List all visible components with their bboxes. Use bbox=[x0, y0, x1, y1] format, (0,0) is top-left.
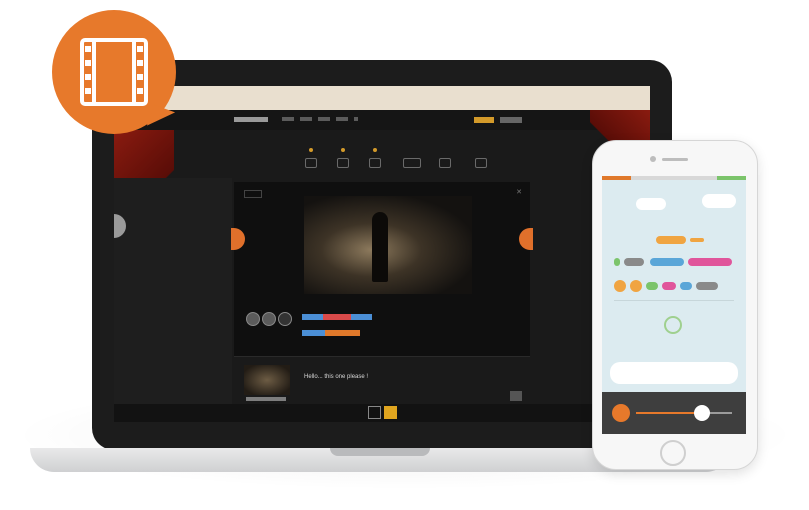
nav-account-link bbox=[500, 117, 522, 123]
view-toggle-active-icon bbox=[384, 406, 397, 419]
promo-illustration: ✕ Hello... this one please ! bbox=[0, 0, 809, 510]
word-chip bbox=[624, 258, 644, 266]
avatar bbox=[278, 312, 292, 326]
previous-arrow-icon bbox=[231, 228, 245, 250]
video-figure bbox=[372, 212, 388, 282]
bottom-bar bbox=[114, 404, 650, 422]
tool-icon bbox=[438, 148, 452, 174]
word-chip bbox=[630, 280, 642, 292]
word-chip bbox=[696, 282, 718, 290]
subtitle-text: Hello... this one please ! bbox=[304, 374, 369, 380]
phone-camera bbox=[650, 156, 656, 162]
laptop-screen: ✕ Hello... this one please ! bbox=[114, 86, 650, 422]
tool-icon bbox=[336, 148, 350, 174]
word-chip bbox=[656, 236, 686, 244]
subtitle-row: Hello... this one please ! bbox=[234, 356, 530, 404]
laptop-notch bbox=[330, 448, 430, 456]
tool-icon bbox=[402, 148, 421, 174]
nav-logo bbox=[234, 117, 268, 122]
subtitle-timecode bbox=[246, 397, 286, 401]
subtitle-thumbnail bbox=[244, 365, 290, 395]
tool-icon bbox=[474, 148, 488, 174]
play-icon bbox=[612, 404, 630, 422]
tool-icon bbox=[368, 148, 382, 174]
video-frame bbox=[304, 196, 472, 294]
caption-line bbox=[302, 330, 360, 336]
cloud-graphic bbox=[702, 194, 736, 208]
tool-icon bbox=[304, 148, 318, 174]
editor-tag bbox=[244, 190, 262, 198]
cloud-graphic bbox=[610, 362, 738, 384]
word-chip bbox=[662, 282, 676, 290]
avatar-group bbox=[246, 312, 306, 328]
browser-bar bbox=[114, 86, 650, 110]
phone-screen bbox=[602, 176, 746, 434]
word-chip bbox=[650, 258, 684, 266]
progress-fill bbox=[636, 412, 703, 414]
phone-speaker bbox=[662, 158, 688, 161]
target-icon bbox=[664, 316, 682, 334]
avatar bbox=[246, 312, 260, 326]
divider bbox=[614, 300, 734, 301]
view-toggle-icon bbox=[368, 406, 381, 419]
caption-line bbox=[302, 314, 372, 320]
next-arrow-icon bbox=[519, 228, 533, 250]
avatar bbox=[262, 312, 276, 326]
status-line bbox=[602, 176, 746, 180]
home-button bbox=[660, 440, 686, 466]
save-icon bbox=[510, 391, 522, 401]
word-chip bbox=[646, 282, 658, 290]
editor-toolbar bbox=[304, 148, 504, 176]
word-chip bbox=[690, 238, 704, 242]
progress-knob bbox=[694, 405, 711, 421]
nav-user-link bbox=[474, 117, 494, 123]
top-navigation bbox=[114, 110, 650, 130]
word-chip bbox=[680, 282, 692, 290]
word-chip bbox=[688, 258, 732, 266]
cloud-graphic bbox=[636, 198, 666, 210]
nav-menu-items bbox=[282, 117, 358, 121]
word-chip bbox=[614, 258, 620, 266]
side-panel bbox=[114, 178, 232, 408]
word-chip bbox=[614, 280, 626, 292]
film-strip-icon bbox=[80, 38, 148, 106]
close-icon: ✕ bbox=[516, 189, 522, 196]
audio-player bbox=[602, 392, 746, 434]
